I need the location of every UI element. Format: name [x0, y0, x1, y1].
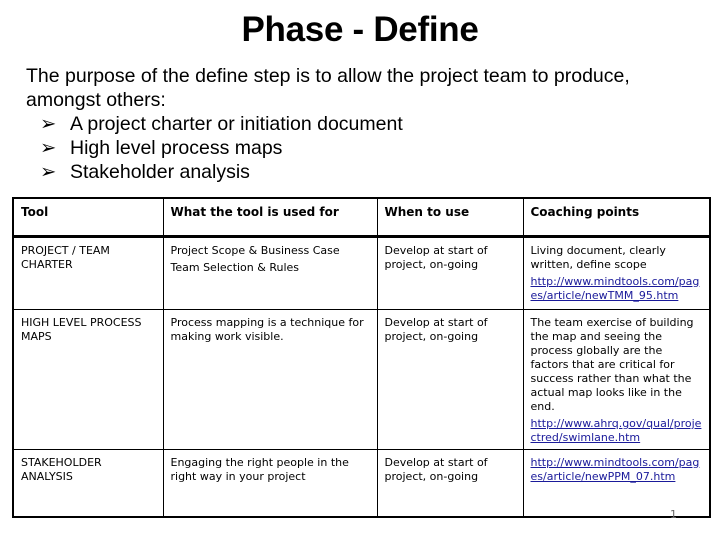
coaching-cell: Living document, clearly written, define… — [522, 236, 711, 310]
when-cell: Develop at start of project, on-going — [376, 309, 524, 450]
tool-cell: HIGH LEVEL PROCESS MAPS — [12, 309, 164, 450]
bullet-text: Stakeholder analysis — [70, 161, 250, 183]
tool-name: ANALYSIS — [21, 470, 73, 483]
reference-link[interactable]: http://www.ahrq.gov/qual/projectred/swim… — [531, 417, 704, 445]
tool-name: HIGH LEVEL PROCESS — [21, 316, 142, 329]
when-cell: Develop at start of project, on-going — [376, 236, 524, 310]
page-number: 1 — [670, 508, 677, 521]
tool-name: PROJECT / TEAM — [21, 244, 110, 257]
tool-name: MAPS — [21, 330, 52, 343]
header-when: When to use — [376, 197, 524, 238]
table-row: STAKEHOLDER ANALYSIS Engaging the right … — [12, 449, 711, 518]
used-for-text: Process mapping is a technique for makin… — [170, 316, 364, 343]
used-for-text: Team Selection & Rules — [170, 261, 300, 274]
tool-name: CHARTER — [21, 258, 73, 271]
used-for-cell: Project Scope & Business Case Team Selec… — [162, 236, 378, 310]
coaching-text: Living document, clearly written, define… — [530, 244, 666, 271]
used-for-cell: Engaging the right people in the right w… — [162, 449, 378, 518]
used-for-cell: Process mapping is a technique for makin… — [162, 309, 378, 450]
header-used-for: What the tool is used for — [162, 197, 378, 238]
arrow-bullet-icon: ➢ — [40, 113, 57, 135]
coaching-cell: http://www.mindtools.com/pages/article/n… — [522, 449, 711, 518]
arrow-bullet-icon: ➢ — [40, 137, 57, 159]
header-tool: Tool — [12, 197, 164, 238]
bullet-item: ➢ A project charter or initiation docume… — [26, 112, 706, 136]
tools-table: Tool What the tool is used for When to u… — [12, 197, 711, 518]
intro-paragraph: The purpose of the define step is to all… — [26, 65, 630, 111]
tool-name: STAKEHOLDER — [21, 456, 102, 469]
slide-title: Phase - Define — [241, 10, 479, 49]
table-header-row: Tool What the tool is used for When to u… — [12, 197, 711, 238]
tool-cell: PROJECT / TEAM CHARTER — [12, 236, 164, 310]
tool-cell: STAKEHOLDER ANALYSIS — [12, 449, 164, 518]
bullet-item: ➢ High level process maps — [26, 136, 706, 160]
used-for-text: Project Scope & Business Case — [170, 244, 340, 257]
coaching-text: The team exercise of building the map an… — [530, 316, 694, 413]
reference-link[interactable]: http://www.mindtools.com/pages/article/n… — [531, 456, 704, 484]
coaching-cell: The team exercise of building the map an… — [522, 309, 711, 450]
reference-link[interactable]: http://www.mindtools.com/pages/article/n… — [531, 275, 704, 303]
used-for-text: Engaging the right people in the right w… — [170, 456, 349, 483]
table-row: PROJECT / TEAM CHARTER Project Scope & B… — [12, 236, 711, 310]
when-cell: Develop at start of project, on-going — [376, 449, 524, 518]
intro-section: The purpose of the define step is to all… — [26, 64, 706, 184]
table-row: HIGH LEVEL PROCESS MAPS Process mapping … — [12, 309, 711, 450]
arrow-bullet-icon: ➢ — [40, 161, 57, 183]
bullet-text: High level process maps — [70, 137, 283, 159]
bullet-item: ➢ Stakeholder analysis — [26, 160, 706, 184]
header-coaching: Coaching points — [522, 197, 711, 238]
bullet-text: A project charter or initiation document — [70, 113, 403, 135]
bullet-list: ➢ A project charter or initiation docume… — [26, 112, 706, 184]
